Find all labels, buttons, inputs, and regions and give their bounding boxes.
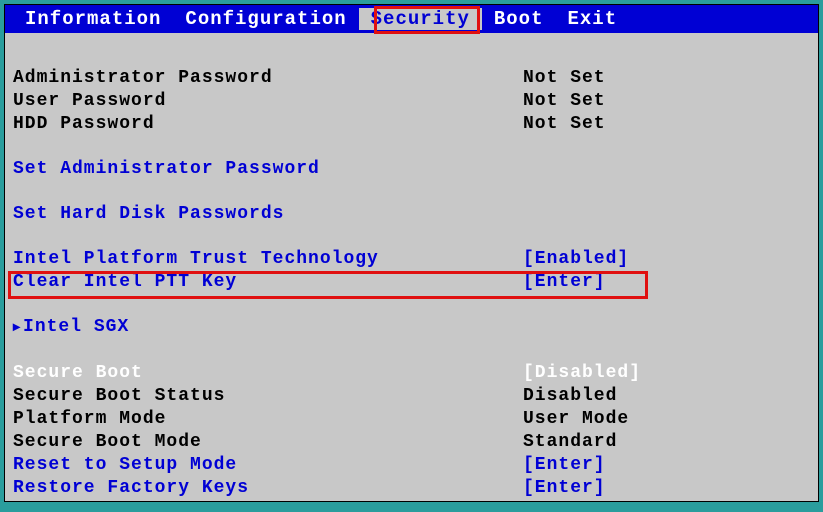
label-secure-boot: Secure Boot (13, 362, 523, 385)
value-restore-factory-keys: [Enter] (523, 477, 810, 500)
label-secure-boot-mode: Secure Boot Mode (13, 431, 523, 454)
row-set-hdd-passwords[interactable]: Set Hard Disk Passwords (13, 203, 810, 226)
row-user-password: User Password Not Set (13, 90, 810, 113)
row-intel-sgx[interactable]: Intel SGX (13, 316, 810, 340)
row-secure-boot-status: Secure Boot Status Disabled (13, 385, 810, 408)
label-set-hdd-passwords: Set Hard Disk Passwords (13, 203, 523, 226)
label-reset-setup-mode: Reset to Setup Mode (13, 454, 523, 477)
row-hdd-password: HDD Password Not Set (13, 113, 810, 136)
label-secure-boot-status: Secure Boot Status (13, 385, 523, 408)
row-intel-ptt[interactable]: Intel Platform Trust Technology [Enabled… (13, 248, 810, 271)
label-user-password: User Password (13, 90, 523, 113)
value-user-password: Not Set (523, 90, 810, 113)
label-admin-password: Administrator Password (13, 67, 523, 90)
value-platform-mode: User Mode (523, 408, 810, 431)
row-secure-boot-mode: Secure Boot Mode Standard (13, 431, 810, 454)
row-platform-mode: Platform Mode User Mode (13, 408, 810, 431)
label-intel-ptt: Intel Platform Trust Technology (13, 248, 523, 271)
row-reset-setup-mode[interactable]: Reset to Setup Mode [Enter] (13, 454, 810, 477)
menu-configuration[interactable]: Configuration (173, 8, 358, 30)
label-hdd-password: HDD Password (13, 113, 523, 136)
row-restore-factory-keys[interactable]: Restore Factory Keys [Enter] (13, 477, 810, 500)
value-hdd-password: Not Set (523, 113, 810, 136)
label-platform-mode: Platform Mode (13, 408, 523, 431)
value-reset-setup-mode: [Enter] (523, 454, 810, 477)
label-restore-factory-keys: Restore Factory Keys (13, 477, 523, 500)
label-intel-sgx: Intel SGX (13, 316, 523, 340)
row-admin-password: Administrator Password Not Set (13, 67, 810, 90)
value-admin-password: Not Set (523, 67, 810, 90)
row-set-admin-password[interactable]: Set Administrator Password (13, 158, 810, 181)
label-set-admin-password: Set Administrator Password (13, 158, 523, 181)
highlight-security-tab (374, 6, 480, 34)
bios-window: Information Configuration Security Boot … (4, 4, 819, 502)
menu-boot[interactable]: Boot (482, 8, 556, 30)
row-secure-boot[interactable]: Secure Boot [Disabled] (13, 362, 810, 385)
value-secure-boot: [Disabled] (523, 362, 810, 385)
highlight-intel-ptt-row (8, 271, 648, 299)
menu-exit[interactable]: Exit (555, 8, 629, 30)
value-intel-ptt: [Enabled] (523, 248, 810, 271)
value-secure-boot-mode: Standard (523, 431, 810, 454)
menu-information[interactable]: Information (13, 8, 173, 30)
value-secure-boot-status: Disabled (523, 385, 810, 408)
